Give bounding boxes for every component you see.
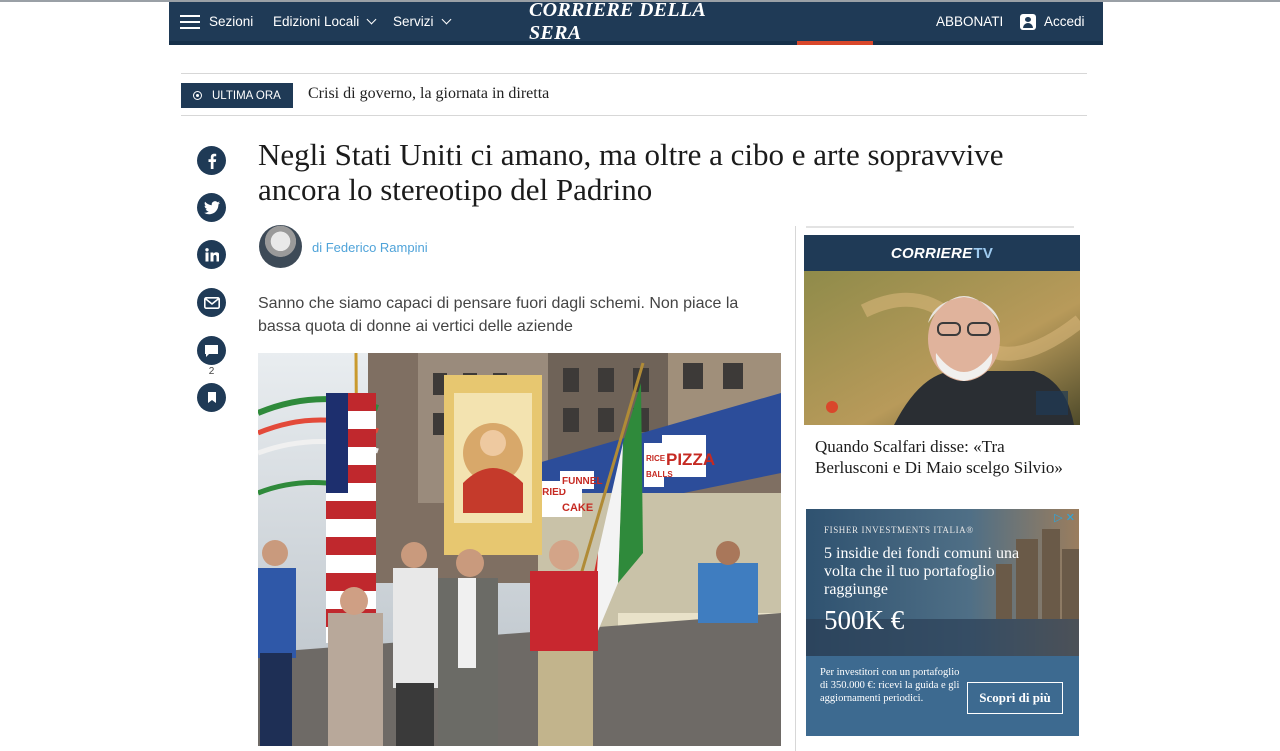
comment-icon — [205, 344, 218, 357]
photo-sign-5: RICE — [646, 454, 666, 463]
photo-sign-3: CAKE — [562, 502, 593, 514]
site-logo[interactable]: CORRIERE DELLA SERA — [529, 0, 729, 44]
divider — [181, 73, 1087, 74]
photo-sign-6: BALLS — [646, 470, 673, 479]
author-avatar[interactable] — [259, 225, 302, 268]
nav-local-editions-label: Edizioni Locali — [273, 14, 360, 29]
breaking-news-link[interactable]: Crisi di governo, la giornata in diretta — [308, 85, 549, 103]
ad-body: Per investitori con un portafoglio di 35… — [820, 667, 960, 704]
column-divider — [795, 226, 796, 751]
article-photo[interactable]: FRIED FUNNEL CAKE PIZZA RICE BALLS — [258, 353, 781, 746]
chevron-down-icon — [366, 14, 377, 25]
nav-services-label: Servizi — [393, 14, 434, 29]
nav-services[interactable]: Servizi — [393, 2, 451, 41]
login-label: Accedi — [1044, 14, 1085, 29]
twitter-icon — [203, 200, 220, 214]
sidebar-rule — [806, 226, 1074, 228]
photo-illustration: FRIED FUNNEL CAKE PIZZA RICE BALLS — [258, 353, 781, 746]
photo-sign-4: PIZZA — [666, 450, 715, 469]
login-button[interactable]: Accedi — [1020, 2, 1085, 41]
header-accent — [797, 41, 873, 45]
breaking-news-badge[interactable]: ULTIMA ORA — [181, 83, 293, 108]
header-strip — [169, 41, 1103, 45]
comment-count: 2 — [208, 366, 215, 377]
article-headline: Negli Stati Uniti ci amano, ma oltre a c… — [258, 137, 1004, 207]
comments-button[interactable] — [197, 336, 226, 365]
facebook-icon — [208, 153, 216, 169]
video-thumbnail[interactable] — [804, 271, 1080, 425]
tv-suffix: TV — [973, 244, 994, 262]
share-linkedin[interactable] — [197, 240, 226, 269]
author-link[interactable]: di Federico Rampini — [312, 240, 428, 255]
breaking-badge-label: ULTIMA ORA — [212, 89, 281, 102]
video-frame — [804, 271, 1080, 425]
ad-brand: FISHER INVESTMENTS ITALIA® — [824, 525, 974, 535]
tv-brand: CORRIERE — [890, 244, 973, 262]
nav-local-editions[interactable]: Edizioni Locali — [273, 2, 377, 41]
site-header: Sezioni Edizioni Locali Servizi CORRIERE… — [169, 0, 1103, 45]
share-email[interactable] — [197, 288, 226, 317]
chevron-down-icon — [441, 14, 451, 25]
corriere-tv-header[interactable]: CORRIERE TV — [804, 235, 1080, 271]
photo-sign-2: FUNNEL — [562, 476, 603, 487]
email-icon — [203, 296, 220, 309]
ad-headline: 5 insidie dei fondi comuni una volta che… — [824, 545, 1020, 598]
sections-label: Sezioni — [209, 14, 254, 29]
share-twitter[interactable] — [197, 193, 226, 222]
bookmark-icon — [207, 392, 216, 403]
adchoices-icon[interactable]: ▷ ✕ — [1054, 511, 1075, 524]
live-dot-icon — [193, 91, 202, 100]
article-summary: Sanno che siamo capaci di pensare fuori … — [258, 295, 739, 335]
subscribe-link[interactable]: ABBONATI — [936, 2, 1003, 41]
linkedin-icon — [204, 247, 219, 261]
hamburger-icon — [180, 14, 200, 29]
sections-menu-button[interactable]: Sezioni — [180, 2, 253, 41]
video-caption[interactable]: Quando Scalfari disse: «Tra Berlusconi e… — [815, 436, 1077, 478]
ad-cta-button[interactable]: Scopri di più — [967, 682, 1063, 714]
advertisement[interactable]: ▷ ✕ FISHER INVESTMENTS ITALIA® 5 insidie… — [806, 509, 1079, 736]
bookmark-button[interactable] — [197, 383, 226, 412]
divider — [181, 115, 1087, 116]
user-icon — [1020, 13, 1036, 30]
ad-amount: 500K € — [824, 605, 905, 635]
share-facebook[interactable] — [197, 146, 226, 175]
